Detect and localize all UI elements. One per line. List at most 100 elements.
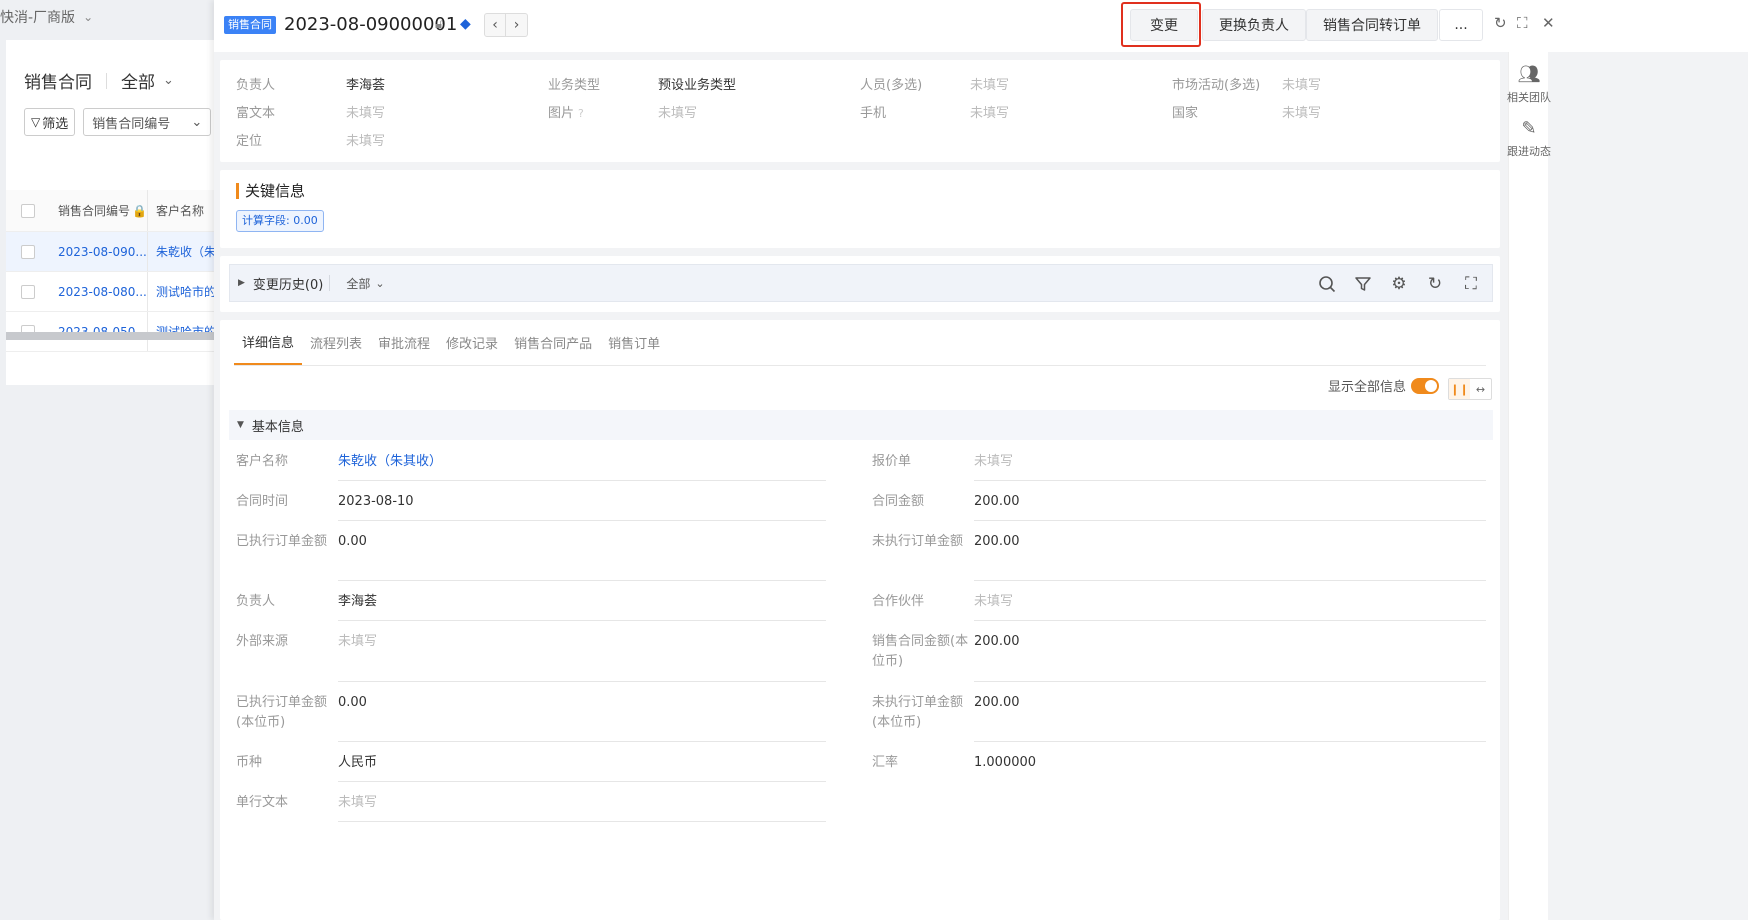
row-checkbox[interactable] xyxy=(21,244,35,259)
divider xyxy=(329,275,331,291)
refresh-icon[interactable]: ↻ xyxy=(1424,273,1446,295)
history-scope-select[interactable]: 全部 xyxy=(346,275,370,292)
follow-up-button[interactable]: ✎ 跟进动态 xyxy=(1499,118,1559,159)
expand-caret-icon[interactable]: ▶ xyxy=(238,278,245,288)
show-all-label: 显示全部信息 xyxy=(1328,380,1407,395)
prev-record-button[interactable]: ‹ xyxy=(484,13,506,37)
field-single-line-text: 单行文本 未填写 xyxy=(236,795,378,810)
search-field-label: 销售合同编号 xyxy=(92,116,171,132)
tab-sales-orders[interactable]: 销售订单 xyxy=(600,319,668,365)
tab-change-log[interactable]: 修改记录 xyxy=(438,319,506,365)
filter-label: 筛选 xyxy=(42,116,69,132)
list-title: 销售合同 xyxy=(24,73,92,93)
contract-no-link[interactable]: 2023-08-080... xyxy=(50,272,148,311)
detail-panel: 销售合同 2023-08-09000001 🔓︎ ◆ ‹ › 变更 更换负责人 … xyxy=(214,0,1748,920)
refresh-icon[interactable]: ↻ xyxy=(1494,14,1507,32)
unlock-icon[interactable]: 🔓︎ xyxy=(435,17,449,33)
next-record-button[interactable]: › xyxy=(506,13,528,37)
fullscreen-icon[interactable]: ⛶ xyxy=(1517,14,1528,32)
summary-card: 负责人 李海荟 业务类型 预设业务类型 人员(多选) 未填写 市场活动(多选) 未填写 … xyxy=(220,60,1500,162)
tab-contract-products[interactable]: 销售合同产品 xyxy=(506,319,600,365)
summary-field: 负责人 李海荟 xyxy=(236,78,386,93)
show-all-toggle[interactable] xyxy=(1411,377,1440,394)
table-row[interactable]: 2023-08-080... 测试哈市的 xyxy=(6,272,238,312)
summary-field: 国家 未填写 xyxy=(1172,106,1322,121)
show-all-toggle-group: 显示全部信息 xyxy=(1328,376,1440,395)
table-row[interactable]: 2023-08-090... 朱乾收（朱 xyxy=(6,232,238,272)
field-contract-amount: 合同金额 200.00 xyxy=(872,494,1020,509)
close-icon[interactable]: ✕ xyxy=(1542,14,1555,32)
history-tools: ⚙ ↻ ⛶ xyxy=(1316,265,1482,303)
layout-switch: ❙❙ ↔ xyxy=(1448,378,1492,400)
change-history-card: ▶ 变更历史(0) 全部 ⌄ ⚙ ↻ ⛶ xyxy=(220,256,1500,312)
key-info-heading: 关键信息 xyxy=(236,180,305,201)
change-history-toggle[interactable]: 变更历史(0) xyxy=(253,274,323,293)
horizontal-scrollbar[interactable] xyxy=(6,332,238,340)
list-card: 销售合同 全部 ⌄ ▽ 筛选 销售合同编号 ⌄ 搜 销售合同编号🔒 客户名称 xyxy=(6,40,238,385)
change-history-bar: ▶ 变更历史(0) 全部 ⌄ ⚙ ↻ ⛶ xyxy=(229,264,1493,302)
related-team-button[interactable]: 👥︎ 相关团队 xyxy=(1499,64,1559,105)
record-title: 2023-08-09000001 xyxy=(284,14,458,35)
customer-link[interactable]: 朱乾收（朱其收） xyxy=(338,452,442,472)
app-switcher[interactable]: 快消-厂商版 ⌄ xyxy=(0,6,93,28)
field-unexecuted-amount: 未执行订单金额 200.00 xyxy=(872,534,1020,549)
edit-note-icon: ✎ xyxy=(1521,118,1537,139)
chevron-down-icon: ⌄ xyxy=(83,10,94,24)
summary-field: 人员(多选) 未填写 xyxy=(860,78,1010,93)
section-title: 基本信息 xyxy=(251,419,304,435)
select-all-checkbox[interactable] xyxy=(21,203,35,218)
field-partner: 合作伙伴 未填写 xyxy=(872,594,1014,609)
field-customer: 客户名称 朱乾收（朱其收） xyxy=(236,452,442,472)
list-header: 销售合同 全部 ⌄ xyxy=(24,68,174,93)
detail-tabs: 详细信息 流程列表 审批流程 修改记录 销售合同产品 销售订单 xyxy=(234,320,1486,366)
field-executed-amount-base: 已执行订单金额(本位币) 0.00 xyxy=(236,695,367,730)
field-external-source: 外部来源 未填写 xyxy=(236,634,378,649)
tag-icon[interactable]: ◆ xyxy=(460,16,476,32)
section-basic-info[interactable]: ▼ 基本信息 xyxy=(229,410,1493,440)
field-owner: 负责人 李海荟 xyxy=(236,594,378,609)
more-button[interactable]: ... xyxy=(1439,9,1483,41)
scope-select[interactable]: 全部 xyxy=(121,68,155,93)
lock-icon: 🔒 xyxy=(132,203,147,218)
collapse-caret-icon: ▼ xyxy=(237,420,244,430)
list-panel: 快消-厂商版 ⌄ 销售合同 全部 ⌄ ▽ 筛选 销售合同编号 ⌄ 搜 销售合同编… xyxy=(0,0,238,920)
change-owner-button[interactable]: 更换负责人 xyxy=(1202,9,1306,41)
chevron-down-icon: ⌄ xyxy=(191,114,203,130)
summary-field: 定位 未填写 xyxy=(236,134,386,149)
field-unexecuted-amount-base: 未执行订单金额(本位币) 200.00 xyxy=(872,695,1020,730)
list-table: 销售合同编号 🔒 客户名称 2023-08-090... 朱乾收（朱 2023-0… xyxy=(6,190,238,352)
summary-field: 图片? 未填写 xyxy=(548,106,698,121)
filter-button[interactable]: ▽ 筛选 xyxy=(24,108,76,136)
field-currency: 币种 人民币 xyxy=(236,755,378,770)
row-checkbox[interactable] xyxy=(21,284,35,299)
tab-approval[interactable]: 审批流程 xyxy=(370,319,438,365)
summary-field: 业务类型 预设业务类型 xyxy=(548,78,737,93)
field-contract-date: 合同时间 2023-08-10 xyxy=(236,494,414,509)
full-width-layout-icon[interactable]: ↔ xyxy=(1470,379,1491,399)
convert-to-order-button[interactable]: 销售合同转订单 xyxy=(1306,9,1438,41)
tab-detail[interactable]: 详细信息 xyxy=(234,319,303,365)
search-icon[interactable] xyxy=(1316,273,1338,295)
two-column-layout-icon[interactable]: ❙❙ xyxy=(1449,379,1470,399)
divider xyxy=(106,72,107,89)
filter-icon[interactable] xyxy=(1352,273,1374,295)
field-exchange-rate: 汇率 1.000000 xyxy=(872,755,1037,770)
chevron-down-icon[interactable]: ⌄ xyxy=(375,277,384,290)
help-icon[interactable]: ? xyxy=(578,107,584,120)
gear-icon[interactable]: ⚙ xyxy=(1388,273,1410,295)
column-header[interactable]: 销售合同编号 🔒 xyxy=(50,190,148,231)
right-rail: 👥︎ 相关团队 ✎ 跟进动态 xyxy=(1507,52,1551,920)
change-button[interactable]: 变更 xyxy=(1130,9,1198,41)
app-title: 快消-厂商版 xyxy=(0,10,76,26)
chevron-down-icon[interactable]: ⌄ xyxy=(163,73,174,88)
detail-header: 销售合同 2023-08-09000001 🔓︎ ◆ ‹ › 变更 更换负责人 … xyxy=(214,0,1748,52)
fullscreen-icon[interactable]: ⛶ xyxy=(1460,273,1482,295)
detail-card: 详细信息 流程列表 审批流程 修改记录 销售合同产品 销售订单 显示全部信息 ❙… xyxy=(220,320,1500,920)
field-executed-amount: 已执行订单金额 0.00 xyxy=(236,534,367,549)
summary-field: 市场活动(多选) 未填写 xyxy=(1172,78,1322,93)
team-icon: 👥︎ xyxy=(1517,64,1541,85)
contract-no-link[interactable]: 2023-08-090... xyxy=(50,232,148,271)
search-field-select[interactable]: 销售合同编号 ⌄ xyxy=(83,108,212,136)
summary-field: 手机 未填写 xyxy=(860,106,1010,121)
tab-flow-list[interactable]: 流程列表 xyxy=(302,319,370,365)
